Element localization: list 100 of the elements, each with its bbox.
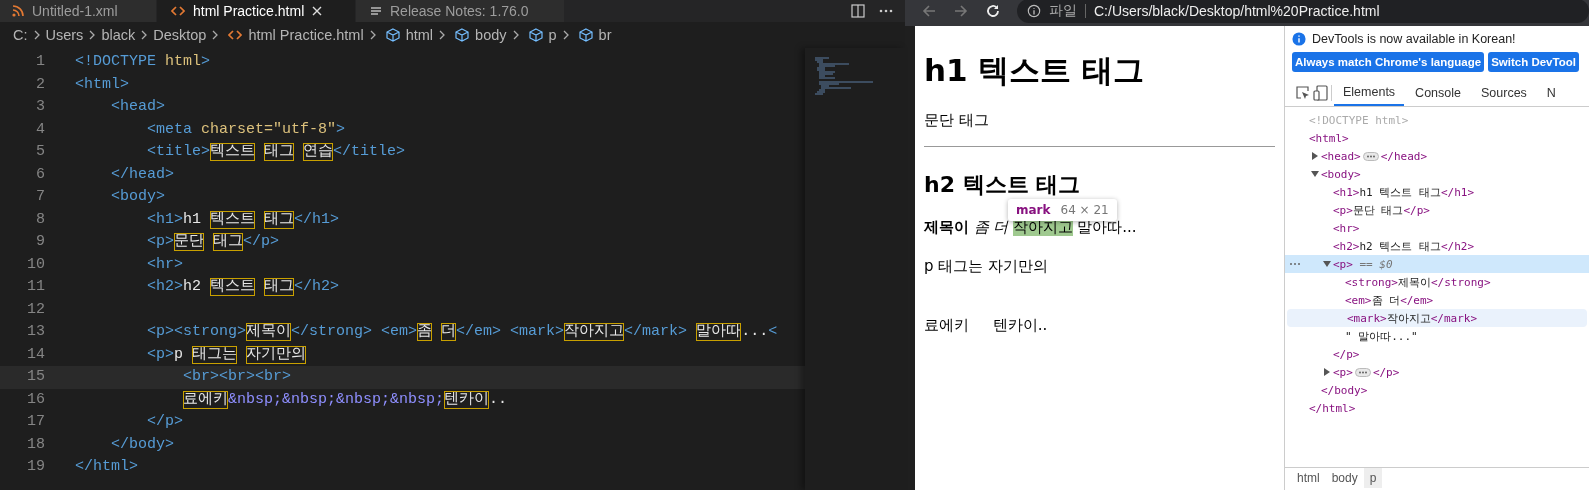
- collapsed-arrow-icon[interactable]: [1311, 152, 1319, 160]
- dom-node[interactable]: <h2>h2 텍스트 태그</h2>: [1333, 238, 1475, 254]
- dom-node[interactable]: </html>: [1309, 401, 1356, 415]
- code-line: </head>: [110, 164, 175, 185]
- breadcrumb-item[interactable]: black: [101, 27, 136, 43]
- breadcrumb-item[interactable]: Desktop: [153, 27, 207, 43]
- code-line: <meta charset="utf-8">: [146, 119, 346, 140]
- breadcrumb-item[interactable]: p: [548, 27, 557, 43]
- code-line: <h2>h2 텍스트 태그</h2>: [146, 277, 340, 298]
- chevron-icon: [562, 30, 569, 40]
- language-button[interactable]: Always match Chrome's language: [1292, 52, 1485, 72]
- dom-node[interactable]: <hr>: [1333, 221, 1360, 235]
- line-number: 14: [26, 344, 46, 365]
- line-number: 12: [26, 299, 46, 320]
- line-number: 10: [26, 254, 46, 275]
- dom-node[interactable]: </p>: [1372, 365, 1400, 379]
- tooltip-size: 64 × 21: [1060, 203, 1109, 217]
- breadcrumb-item[interactable]: br: [598, 27, 612, 43]
- chevron-icon: [512, 30, 519, 40]
- line-number: 9: [35, 232, 46, 252]
- chevron-icon: [439, 30, 446, 40]
- editor-tab[interactable]: Untitled-1.xml: [0, 0, 157, 22]
- dom-node[interactable]: </head>: [1380, 149, 1428, 163]
- device-icon[interactable]: [1313, 85, 1329, 101]
- cube-icon: [455, 28, 470, 42]
- line-number: 3: [35, 97, 46, 117]
- dom-node[interactable]: <strong>제목이</strong>: [1345, 274, 1491, 290]
- editor-tab[interactable]: Release Notes: 1.76.0: [356, 0, 565, 22]
- breadcrumb-item[interactable]: C:: [13, 27, 28, 43]
- tooltip-tag: mark: [1016, 203, 1051, 217]
- code-line: <p><strong>제목이</strong> <em>좀 더</em> <mark>작아지고</mark> 말아따...<: [146, 322, 778, 343]
- code-line: <hr>: [146, 254, 184, 275]
- chevron-icon: [212, 30, 219, 40]
- dom-node[interactable]: " 말아따...": [1345, 328, 1418, 344]
- chevron-icon: [369, 30, 376, 40]
- breadcrumb-item[interactable]: html Practice.html: [248, 27, 364, 43]
- inspect-icon[interactable]: [1295, 85, 1311, 101]
- line-number: 4: [35, 119, 46, 140]
- url-text: C:/Users/black/Desktop/html%20Practice.html: [1094, 3, 1380, 19]
- dom-node[interactable]: <h1>h1 텍스트 태그</h1>: [1333, 184, 1475, 200]
- code-icon: [228, 29, 243, 41]
- devtools-tab[interactable]: Sources: [1472, 80, 1536, 106]
- location-label: 파일: [1049, 2, 1077, 20]
- more-icon[interactable]: [879, 9, 893, 13]
- breadcrumb-item[interactable]: p: [1363, 468, 1383, 488]
- line-number: 19: [26, 457, 46, 477]
- devtools-tab[interactable]: Console: [1406, 80, 1470, 106]
- dom-node[interactable]: </body>: [1321, 383, 1368, 397]
- line-number: 6: [35, 164, 46, 185]
- language-button[interactable]: Switch DevTool: [1488, 52, 1579, 72]
- expanded-arrow-icon[interactable]: [1323, 260, 1331, 268]
- dom-node[interactable]: <p> == $0: [1333, 257, 1393, 271]
- line-number: 13: [26, 322, 46, 342]
- line-number: 7: [35, 187, 46, 207]
- collapsed-arrow-icon[interactable]: [1323, 368, 1331, 376]
- code-line: </body>: [110, 434, 175, 455]
- chevron-icon: [33, 30, 40, 40]
- line-number: 15: [26, 367, 46, 387]
- breadcrumb-item[interactable]: body: [475, 27, 507, 43]
- breadcrumb-item[interactable]: html: [1291, 468, 1326, 488]
- page-subheading: h2 텍스트 태그: [924, 171, 1082, 199]
- cube-icon: [528, 28, 543, 42]
- code-line: <!DOCTYPE html>: [75, 52, 211, 72]
- cube-icon: [385, 28, 400, 42]
- close-icon[interactable]: [312, 6, 323, 16]
- editor-tab[interactable]: html Practice.html: [157, 0, 356, 22]
- address-bar[interactable]: 파일 C:/Users/black/Desktop/html%20Practice.html: [1017, 0, 1589, 23]
- ellipsis-icon[interactable]: [1354, 367, 1371, 377]
- breadcrumb-item[interactable]: Users: [45, 27, 84, 43]
- dom-node[interactable]: </p>: [1333, 347, 1360, 361]
- breadcrumb-item[interactable]: html: [405, 27, 434, 43]
- reload-icon[interactable]: [985, 3, 1001, 19]
- back-icon[interactable]: [921, 3, 937, 19]
- paragraph: 문단 태그: [924, 110, 990, 131]
- dom-node[interactable]: <p>: [1333, 365, 1353, 379]
- dom-node[interactable]: <p>문단 태그</p>: [1333, 202, 1430, 218]
- cube-icon: [578, 28, 593, 42]
- expanded-arrow-icon[interactable]: [1311, 170, 1319, 178]
- line-number: 11: [26, 277, 46, 297]
- devtools-tab[interactable]: Elements: [1334, 80, 1405, 106]
- dom-node[interactable]: <html>: [1309, 131, 1349, 145]
- code-line: <p>p 태그는 자기만의: [146, 344, 307, 366]
- dom-node[interactable]: <head>: [1321, 149, 1361, 163]
- devtools-tab[interactable]: N: [1537, 80, 1565, 106]
- dom-node[interactable]: <body>: [1321, 167, 1361, 181]
- code-line: <title>텍스트 태그 연습</title>: [146, 142, 406, 163]
- forward-icon[interactable]: [953, 3, 969, 19]
- code-line: <head>: [110, 97, 166, 117]
- ellipsis-icon[interactable]: [1362, 151, 1379, 161]
- line-number: 8: [35, 209, 46, 230]
- chevron-icon: [141, 30, 148, 40]
- code-line: <h1>h1 텍스트 태그</h1>: [146, 209, 340, 231]
- code-line: <br><br><br>: [182, 367, 292, 387]
- split-editor-icon[interactable]: [851, 4, 865, 18]
- code-icon: [171, 5, 185, 17]
- line-number: 1: [35, 52, 46, 72]
- line-number: 16: [26, 389, 46, 410]
- page-heading: h1 텍스트 태그: [924, 51, 1146, 90]
- dom-node[interactable]: <em>좀 더</em>: [1345, 292, 1434, 308]
- breadcrumb-item[interactable]: body: [1325, 468, 1364, 488]
